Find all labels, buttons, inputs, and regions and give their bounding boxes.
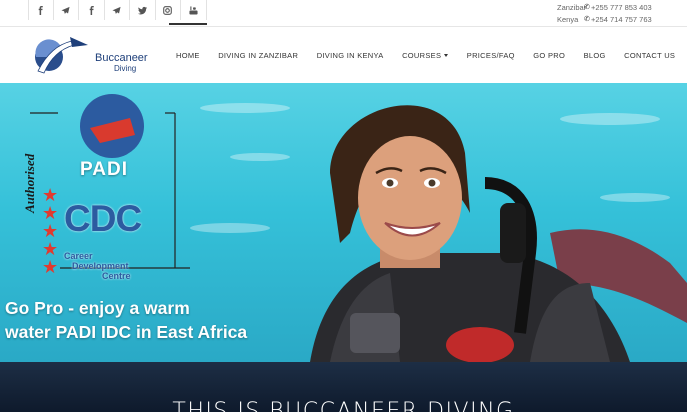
nav-go-pro[interactable]: GO PRO: [533, 51, 565, 60]
contact-phone[interactable]: +254 714 757 763: [591, 14, 652, 26]
airplane-icon[interactable]: [105, 0, 130, 20]
svg-text:★: ★: [42, 257, 58, 278]
contact-info: Zanzibar ✆ +255 777 853 403 Kenya ✆ +254…: [557, 2, 652, 26]
twitter-icon[interactable]: [130, 0, 156, 20]
nav-blog[interactable]: BLOG: [584, 51, 606, 60]
water-ripple: [230, 153, 290, 161]
contact-row: Zanzibar ✆ +255 777 853 403: [557, 2, 652, 14]
main-nav: HOME DIVING IN ZANZIBAR DIVING IN KENYA …: [169, 22, 687, 83]
badge-cdc-line: Development: [72, 261, 129, 271]
contact-row: Kenya ✆ +254 714 757 763: [557, 14, 652, 26]
hero-headline-line2: water PADI IDC in East Africa: [5, 322, 248, 342]
phone-icon: ✆: [584, 4, 590, 11]
contact-country: Kenya: [557, 15, 579, 24]
intro-section: THIS IS BUCCANEER DIVING: [0, 362, 687, 412]
main-header: Buccaneer Diving HOME DIVING IN ZANZIBAR…: [0, 22, 687, 83]
facebook-icon[interactable]: [28, 0, 54, 20]
nav-diving-kenya[interactable]: DIVING IN KENYA: [317, 51, 384, 60]
airplane-icon[interactable]: [54, 0, 79, 20]
badge-idc: CDC: [64, 198, 142, 239]
water-ripple: [200, 103, 290, 113]
nav-prices-faq[interactable]: PRICES/FAQ: [467, 51, 515, 60]
contact-phone[interactable]: +255 777 853 403: [591, 2, 652, 14]
nav-home[interactable]: HOME: [169, 22, 207, 60]
badge-cdc-line: Career: [64, 251, 93, 261]
logo-subtitle: Diving: [114, 64, 137, 73]
badge-padi: PADI: [80, 159, 128, 180]
hero-banner[interactable]: ★ ★ ★ ★ ★ Authorised PADI CDC Career Dev…: [0, 83, 687, 362]
water-ripple: [190, 223, 270, 233]
nav-courses[interactable]: COURSES: [402, 50, 449, 60]
site-logo[interactable]: Buccaneer Diving: [30, 31, 148, 81]
social-links: [28, 0, 207, 22]
phone-icon: ✆: [584, 16, 590, 23]
logo-name: Buccaneer: [95, 52, 148, 64]
badge-authorised: Authorised: [22, 153, 37, 213]
nav-diving-zanzibar[interactable]: DIVING IN ZANZIBAR: [218, 51, 298, 60]
contact-country: Zanzibar: [557, 3, 587, 12]
section-title: THIS IS BUCCANEER DIVING: [172, 399, 515, 412]
nav-contact-us[interactable]: CONTACT US: [624, 51, 675, 60]
facebook-icon[interactable]: [79, 0, 105, 20]
badge-cdc-line: Centre: [102, 271, 131, 281]
instagram-icon[interactable]: [156, 0, 181, 20]
youtube-icon[interactable]: [181, 0, 207, 20]
top-bar: Zanzibar ✆ +255 777 853 403 Kenya ✆ +254…: [0, 0, 687, 27]
nav-courses-label: COURSES: [402, 50, 442, 60]
hero-headline: Go Pro - enjoy a warm water PADI IDC in …: [5, 296, 247, 344]
chevron-down-icon: [444, 53, 449, 57]
hero-headline-line1: Go Pro - enjoy a warm: [5, 298, 190, 318]
badge-cdc-text: Career Development Centre: [64, 251, 131, 281]
diver-photo: [310, 105, 687, 362]
